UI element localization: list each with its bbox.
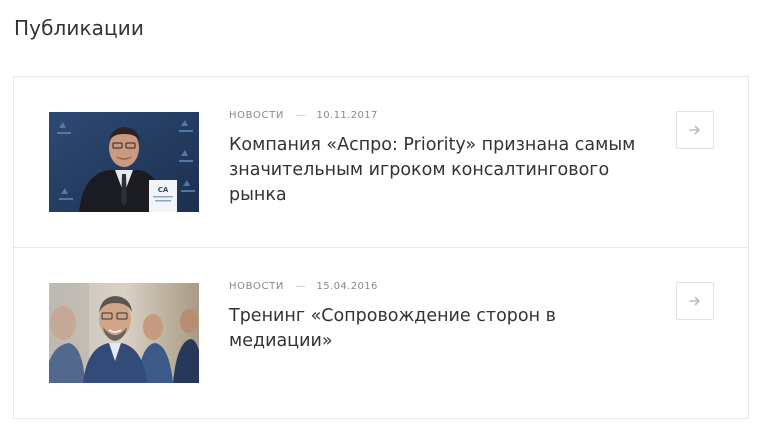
publish-date: 10.11.2017 (316, 110, 378, 121)
svg-text:CA: CA (158, 186, 169, 194)
section-title: Публикации (14, 16, 144, 40)
publications-list: CA Новости — 10.11.2017 Компания «Аспро: P… (13, 76, 749, 419)
list-item: CA Новости — 10.11.2017 Компания «Аспро: P… (14, 77, 748, 248)
arrow-right-icon (689, 296, 700, 306)
news-title-link[interactable]: Тренинг «Сопровождение сторон в медиации… (229, 304, 659, 354)
arrow-right-icon (689, 125, 700, 135)
open-item-button[interactable] (676, 111, 714, 149)
category-label: Новости (229, 281, 284, 292)
category-label: Новости (229, 110, 284, 121)
publish-date: 15.04.2016 (316, 281, 378, 292)
list-item: Новости — 15.04.2016 Тренинг «Сопровождени… (14, 248, 748, 418)
award-photo-icon: CA (49, 112, 199, 212)
news-thumbnail[interactable]: CA (49, 112, 199, 212)
item-meta: Новости — 10.11.2017 (229, 110, 378, 121)
meta-separator: — (295, 281, 307, 292)
news-thumbnail[interactable] (49, 283, 199, 383)
open-item-button[interactable] (676, 282, 714, 320)
news-title-link[interactable]: Компания «Аспро: Priority» признана самы… (229, 133, 659, 208)
meeting-photo-icon (49, 283, 199, 383)
meta-separator: — (295, 110, 307, 121)
item-meta: Новости — 15.04.2016 (229, 281, 378, 292)
